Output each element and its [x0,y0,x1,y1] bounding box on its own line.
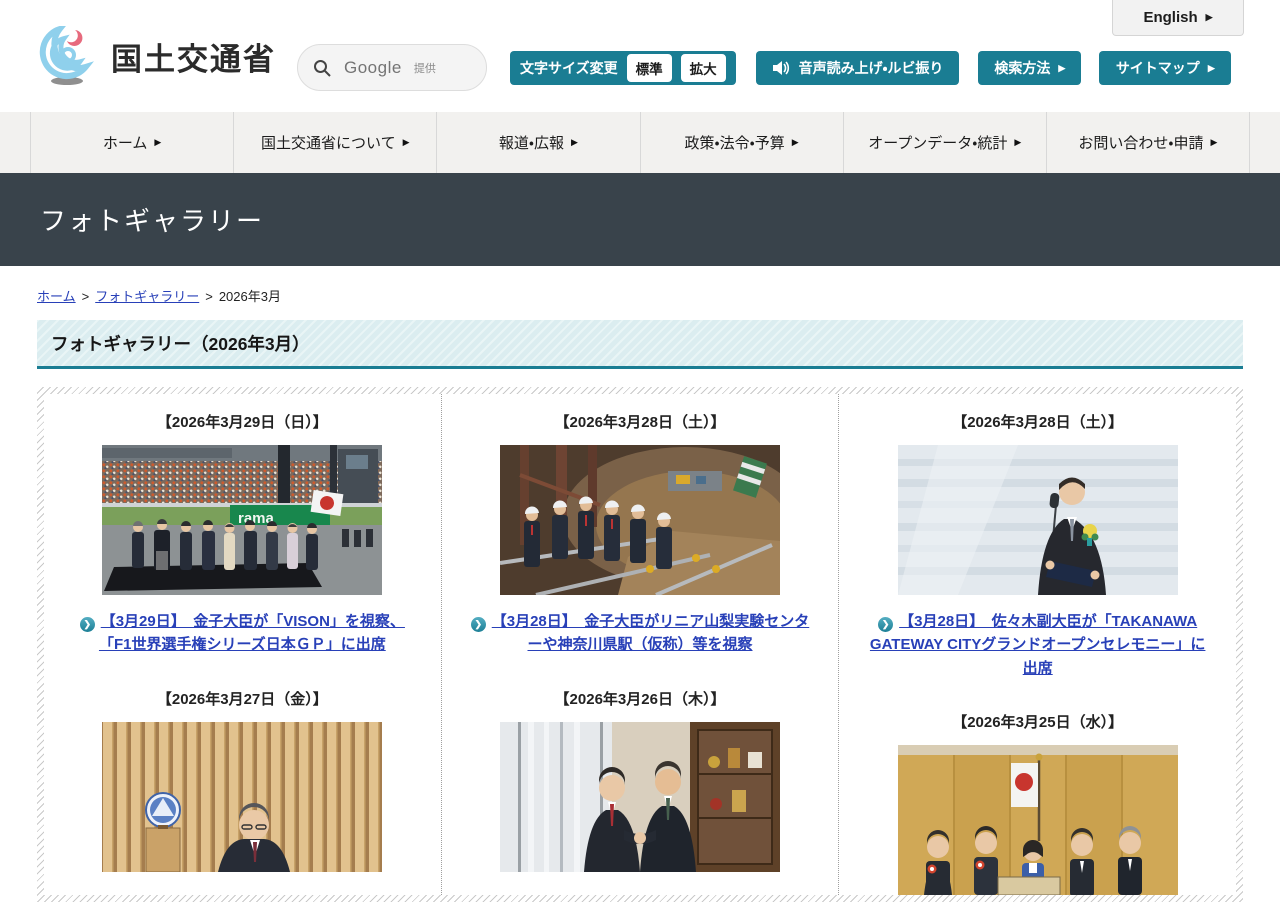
mlit-logo-icon [39,26,94,85]
photo-date: 【2026年3月25日（水）】 [952,713,1124,731]
search-method-button[interactable]: 検索方法 ▶ [978,51,1082,85]
photo-link-text: 【3月28日】 金子大臣がリニア山梨実験センターや神奈川県駅（仮称）等を視察 [491,613,810,654]
triangle-icon: ▶ [154,137,162,147]
search-icon [314,59,331,77]
nav-item-about[interactable]: 国土交通省について ▶ [233,112,436,173]
global-nav: ホーム ▶ 国土交通省について ▶ 報道・広報 ▶ 政策・法令・予算 ▶ オープ… [0,112,1280,173]
search-method-label: 検索方法 [994,60,1051,76]
breadcrumb-home-link[interactable]: ホーム [37,289,76,304]
photo-award-ceremony-gold-screen[interactable] [897,744,1178,895]
search-input[interactable]: Google 提供 [297,44,487,91]
photo-link[interactable]: ❯ 【3月28日】 金子大臣がリニア山梨実験センターや神奈川県駅（仮称）等を視察 [468,610,813,657]
chevron-bullet-icon: ❯ [470,617,486,633]
triangle-icon: ▶ [1207,62,1215,73]
font-large-button[interactable]: 拡大 [680,54,726,82]
breadcrumb-current: 2026年3月 [218,289,281,304]
photo-link-text: 【3月28日】 佐々木副大臣が「TAKANAWA GATEWAY CITYグラン… [869,613,1206,677]
photo-f1-grid-ceremony[interactable]: rama [102,445,383,595]
gallery-item: 【2026年3月25日（水）】 [839,680,1236,895]
triangle-icon: ▶ [1014,137,1022,147]
breadcrumb-separator: > [205,289,213,304]
english-button[interactable]: English ▶ [1112,0,1244,36]
nav-item-press[interactable]: 報道・広報 ▶ [436,112,639,173]
audio-read-label: 音声読み上げ・ルビ振り [798,60,944,76]
breadcrumb-separator: > [81,289,90,304]
photo-date: 【2026年3月28日（土）】 [952,414,1124,431]
chevron-bullet-icon: ❯ [878,617,894,633]
gallery-column-2: 【2026年3月28日（土）】 ❯ 【3月28日】 金子大臣がリニア山梨実験セン… [442,394,840,895]
search-brand-label: Google [344,57,402,77]
photo-handshake-meeting[interactable] [500,721,780,872]
font-size-control: 文字サイズ変更 標準 拡大 [510,51,736,85]
gallery-grid: 【2026年3月29日（日）】 rama ❯ 【3月29日】 金子大臣が「VIS… [44,394,1236,895]
gallery-item: 【2026年3月28日（土）】 [442,394,839,657]
font-standard-button[interactable]: 標準 [626,54,672,82]
page-banner: フォトギャラリー [0,173,1280,266]
triangle-icon: ▶ [1205,12,1213,22]
photo-press-conference-wood[interactable] [102,721,383,872]
chevron-bullet-icon: ❯ [79,617,95,633]
breadcrumb: ホーム > フォトギャラリー >2026年3月 [37,286,1243,305]
photo-date: 【2026年3月28日（土）】 [554,414,726,431]
photo-date: 【2026年3月27日（金）】 [156,690,328,708]
breadcrumb-gallery-link[interactable]: フォトギャラリー [95,289,199,304]
speaker-icon [772,61,789,75]
photo-link[interactable]: ❯ 【3月29日】 金子大臣が「VISON」を視察、「F1世界選手権シリーズ日本Ｇ… [70,610,415,657]
nav-label: 報道・広報 [498,135,565,152]
gallery-column-3: 【2026年3月28日（土）】 ❯ 【3月28日】 佐々木副大臣が「TAKANA… [839,394,1236,895]
photo-date: 【2026年3月29日（日）】 [156,414,328,431]
photo-link-text: 【3月29日】 金子大臣が「VISON」を視察、「F1世界選手権シリーズ日本ＧＰ… [98,613,405,654]
gallery-item: 【2026年3月29日（日）】 rama ❯ 【3月29日】 金子大臣が「VIS… [44,394,441,657]
site-logo[interactable]: 国土交通省 [37,26,276,86]
audio-read-button[interactable]: 音声読み上げ・ルビ振り [755,51,960,85]
nav-item-opendata[interactable]: オープンデータ・統計 ▶ [842,112,1046,173]
english-label: English [1143,9,1198,26]
header-toolbar: 文字サイズ変更 標準 拡大 音声読み上げ・ルビ振り 検索方法 ▶ サイトマップ … [510,51,1232,85]
photo-link[interactable]: ❯ 【3月28日】 佐々木副大臣が「TAKANAWA GATEWAY CITYグラ… [865,610,1210,680]
sitemap-button[interactable]: サイトマップ ▶ [1099,51,1232,85]
font-size-label: 文字サイズ変更 [520,60,618,76]
search-provided-label: 提供 [413,62,436,75]
gallery-item: 【2026年3月26日（木）】 [442,657,839,872]
nav-label: お問い合わせ・申請 [1078,135,1204,152]
nav-item-policy[interactable]: 政策・法令・予算 ▶ [639,112,843,173]
nav-label: ホーム [102,135,148,152]
gallery-item: 【2026年3月27日（金）】 [44,657,441,872]
nav-label: 政策・法令・予算 [684,135,785,152]
photo-ceremony-speech[interactable] [897,445,1178,595]
triangle-icon: ▶ [1058,62,1066,73]
site-header: 国土交通省 Google 提供 English ▶ 文字サイズ変更 標準 拡大 … [0,0,1280,112]
sitemap-label: サイトマップ [1115,60,1200,76]
gallery-column-1: 【2026年3月29日（日）】 rama ❯ 【3月29日】 金子大臣が「VIS… [44,394,442,895]
site-name: 国土交通省 [111,41,276,77]
triangle-icon: ▶ [791,137,799,147]
page-title: フォトギャラリー [40,206,265,236]
nav-item-home[interactable]: ホーム ▶ [30,112,233,173]
photo-linear-tunnel-inspection[interactable] [500,445,780,595]
triangle-icon: ▶ [402,137,410,147]
nav-label: オープンデータ・統計 [868,135,1008,152]
nav-label: 国土交通省について [261,135,396,152]
section-heading: フォトギャラリー（2026年3月） [37,320,1243,369]
gallery-item: 【2026年3月28日（土）】 [839,394,1236,680]
triangle-icon: ▶ [1210,137,1218,147]
triangle-icon: ▶ [571,137,578,147]
nav-item-contact[interactable]: お問い合わせ・申請 ▶ [1045,112,1251,173]
photo-gallery: 【2026年3月29日（日）】 rama ❯ 【3月29日】 金子大臣が「VIS… [37,387,1243,902]
photo-date: 【2026年3月26日（木）】 [554,690,726,708]
